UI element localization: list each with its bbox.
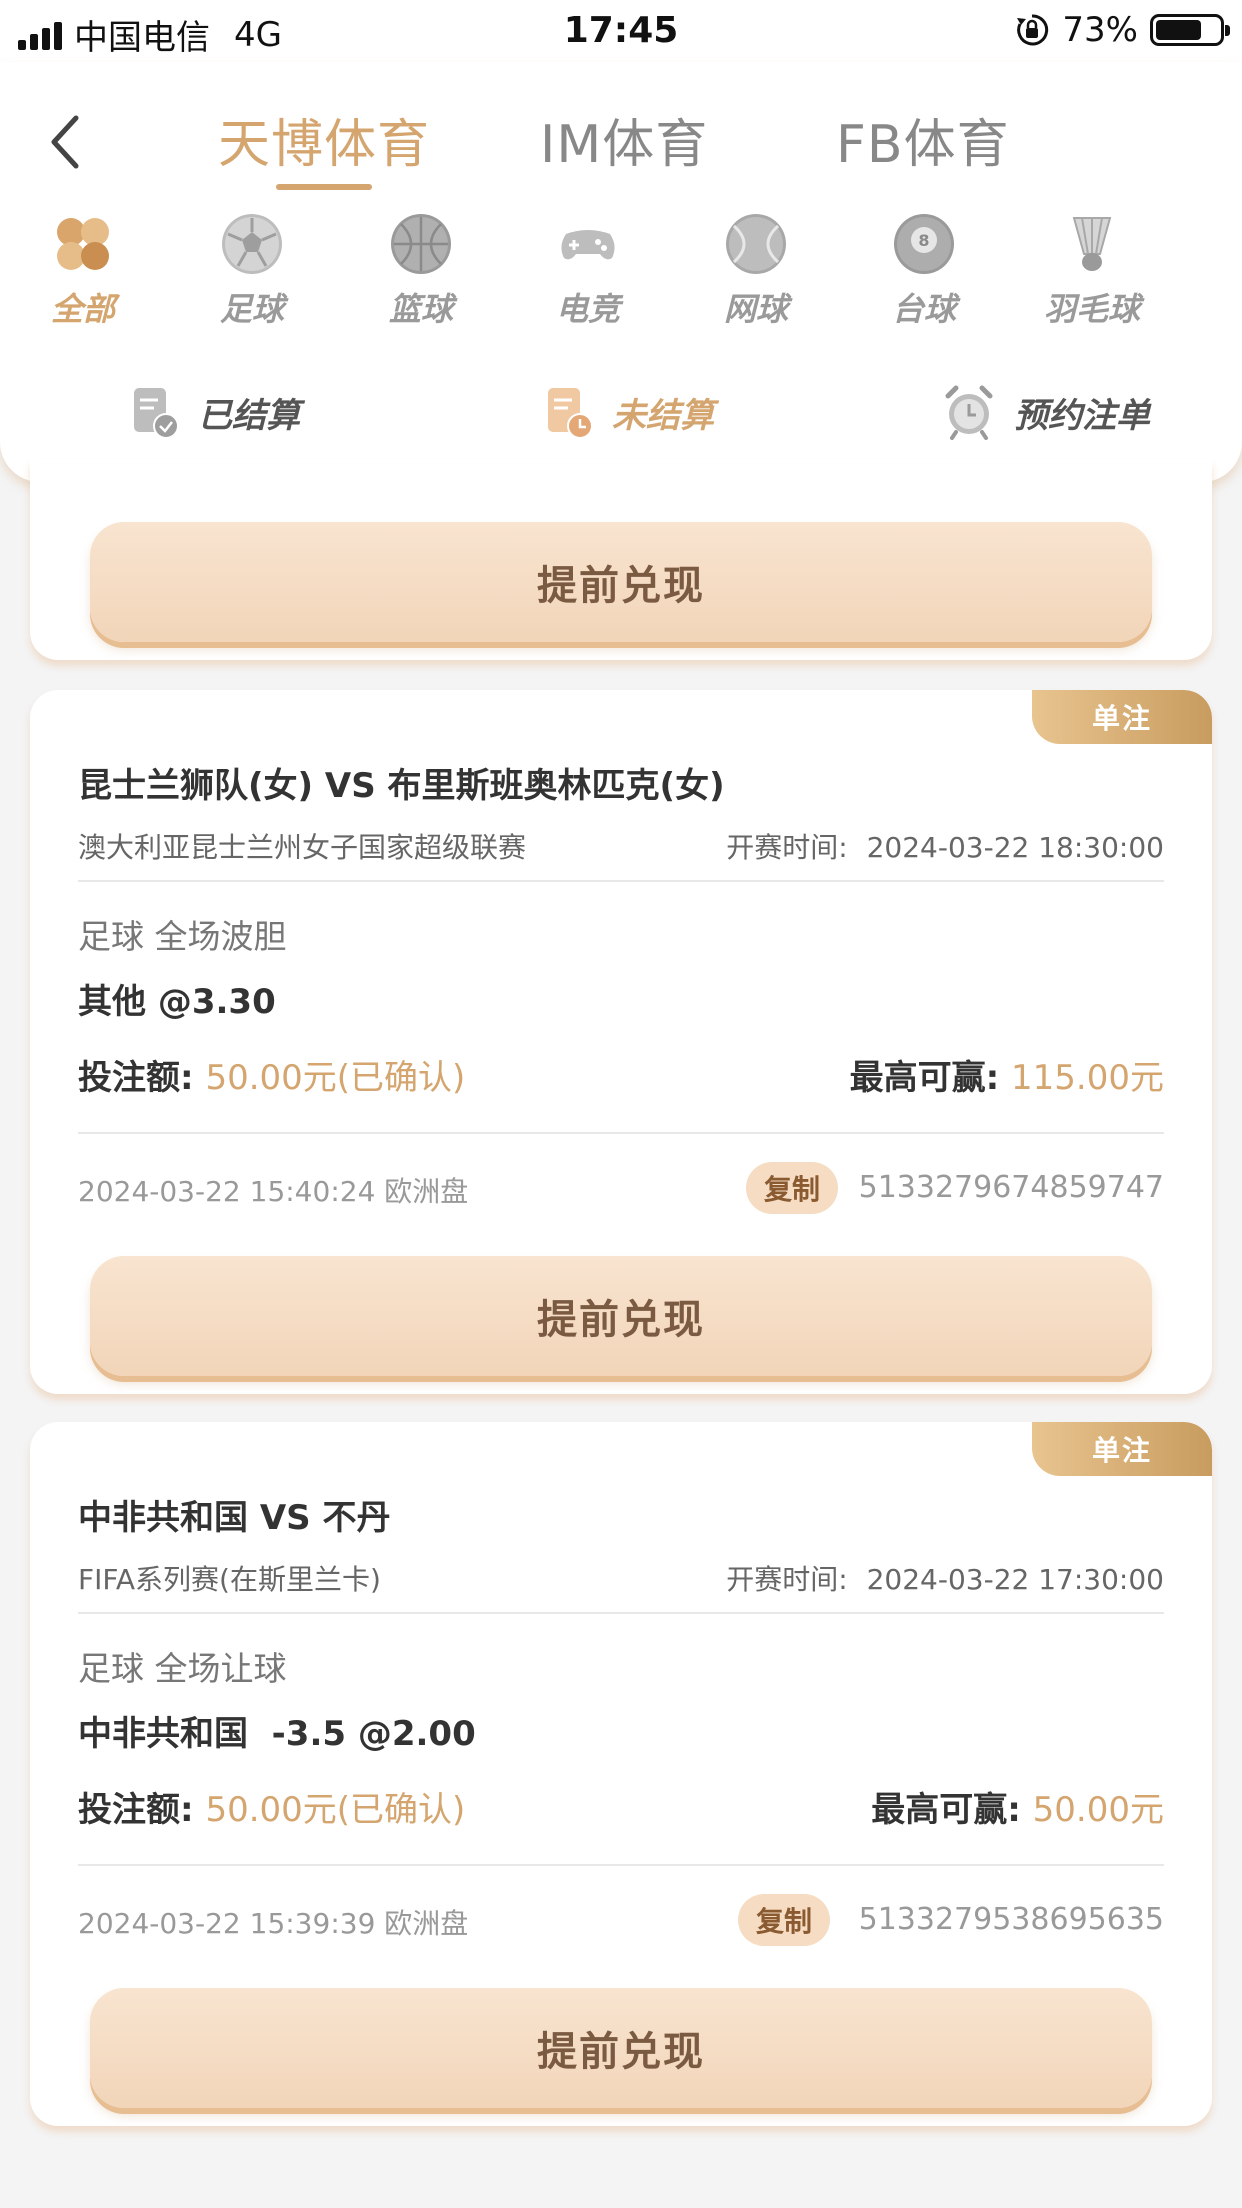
battery-icon <box>1150 14 1230 46</box>
divider <box>78 880 1164 882</box>
unsettled-doc-icon <box>548 388 593 439</box>
max-win: 最高可赢: 50.00元 <box>871 1782 1164 1831</box>
sport-item-basketball[interactable]: 篮球 <box>351 212 491 332</box>
clover-icon <box>57 218 109 270</box>
league-name: FIFA系列赛(在斯里兰卡) <box>78 1563 381 1596</box>
status-right: 73% <box>1014 10 1230 50</box>
settled-doc-icon <box>134 388 179 439</box>
start-time-label: 开赛时间: <box>726 831 848 864</box>
bet-time: 2024-03-22 15:39:39 欧洲盘 <box>78 1907 469 1940</box>
stake-value: 50.00元(已确认) <box>205 1790 466 1830</box>
start-time-value: 2024-03-22 18:30:00 <box>866 831 1164 864</box>
start-time-value: 2024-03-22 17:30:00 <box>866 1563 1164 1596</box>
sport-label: 电竞 <box>555 290 620 328</box>
active-tab-underline <box>276 184 372 190</box>
cash-out-button[interactable]: 提前兑现 <box>90 1256 1152 1376</box>
order-id: 5133279538695635 <box>858 1902 1164 1937</box>
league-name: 澳大利亚昆士兰州女子国家超级联赛 <box>78 831 527 864</box>
bet-card: 单注 中非共和国 VS 不丹 FIFA系列赛(在斯里兰卡) 开赛时间: 2024… <box>30 1422 1212 2126</box>
stake-label: 投注额: <box>78 1058 194 1098</box>
max-win: 最高可赢: 115.00元 <box>850 1050 1164 1099</box>
svg-text:8: 8 <box>918 231 929 250</box>
header-panel: 天博体育 IM体育 FB体育 全部 足球 篮球 电竞 网球 8 台球 羽毛球 已… <box>0 62 1242 482</box>
sport-item-pingpong[interactable]: 乒 <box>1190 212 1242 332</box>
sport-label: 台球 <box>891 290 956 328</box>
battery-percent: 73% <box>1062 10 1138 50</box>
basketball-icon <box>391 214 451 274</box>
status-bar: 中国电信 4G 17:45 73% <box>0 0 1242 62</box>
order-id: 5133279674859747 <box>858 1170 1164 1205</box>
copy-button[interactable]: 复制 <box>738 1894 831 1946</box>
sport-item-esports[interactable]: 电竞 <box>518 212 658 332</box>
divider <box>78 1612 1164 1614</box>
divider <box>78 1132 1164 1134</box>
tab-settled[interactable]: 已结算 <box>130 372 300 452</box>
bet-type-badge: 单注 <box>1032 690 1212 744</box>
settlement-tabs: 已结算 未结算 预约注单 <box>0 372 1242 452</box>
bet-card: 单注 昆士兰狮队(女) VS 布里斯班奥林匹克(女) 澳大利亚昆士兰州女子国家超… <box>30 690 1212 1394</box>
match-title: 昆士兰狮队(女) VS 布里斯班奥林匹克(女) <box>78 766 725 806</box>
sport-label: 羽毛球 <box>1043 290 1140 328</box>
gamepad-icon <box>561 230 615 260</box>
start-time: 开赛时间: 2024-03-22 17:30:00 <box>726 1558 1164 1598</box>
provider-tabs: 天博体育 IM体育 FB体育 <box>0 102 1242 192</box>
cash-out-button[interactable]: 提前兑现 <box>90 1988 1152 2108</box>
tennis-icon <box>726 214 786 274</box>
sport-item-badminton[interactable]: 羽毛球 <box>1022 212 1162 332</box>
tab-tianbo-sports[interactable]: 天博体育 <box>218 102 430 177</box>
start-time: 开赛时间: 2024-03-22 18:30:00 <box>726 826 1164 866</box>
max-win-value: 115.00元 <box>1011 1058 1164 1098</box>
status-tab-label: 已结算 <box>198 395 300 436</box>
sport-item-all[interactable]: 全部 <box>13 212 153 332</box>
bet-selection: 其他 @3.30 <box>78 982 276 1022</box>
stake: 投注额: 50.00元(已确认) <box>78 1782 465 1831</box>
tab-scheduled-bets[interactable]: 预约注单 <box>942 372 1150 452</box>
sport-item-tennis[interactable]: 网球 <box>686 212 826 332</box>
stake: 投注额: 50.00元(已确认) <box>78 1050 465 1099</box>
bet-time: 2024-03-22 15:40:24 欧洲盘 <box>78 1175 469 1208</box>
max-win-value: 50.00元 <box>1032 1790 1164 1830</box>
status-tab-label: 预约注单 <box>1014 395 1150 436</box>
sport-item-billiards[interactable]: 8 台球 <box>854 212 994 332</box>
copy-button[interactable]: 复制 <box>746 1162 839 1214</box>
sport-label: 篮球 <box>388 290 453 328</box>
sport-label: 足球 <box>219 290 284 328</box>
sport-label: 网球 <box>723 290 788 328</box>
tab-im-sports[interactable]: IM体育 <box>540 102 708 177</box>
bet-type-badge: 单注 <box>1032 1422 1212 1476</box>
market-name: 足球 全场让球 <box>78 1649 287 1688</box>
billiards-icon: 8 <box>894 214 954 274</box>
status-tab-label: 未结算 <box>612 395 714 436</box>
divider <box>78 1864 1164 1866</box>
football-icon <box>222 214 282 274</box>
battery-fill <box>1156 20 1202 40</box>
shuttlecock-icon <box>1072 217 1112 271</box>
sport-item-football[interactable]: 足球 <box>182 212 322 332</box>
alarm-clock-icon <box>945 385 993 440</box>
match-title: 中非共和国 VS 不丹 <box>78 1498 391 1538</box>
max-win-label: 最高可赢: <box>849 1058 1000 1098</box>
pingpong-icon <box>1228 212 1242 276</box>
tab-unsettled[interactable]: 未结算 <box>544 372 714 452</box>
cash-out-button[interactable]: 提前兑现 <box>90 522 1152 642</box>
sport-label: 全部 <box>50 290 115 328</box>
sport-filter-row: 全部 足球 篮球 电竞 网球 8 台球 羽毛球 <box>0 212 1242 332</box>
stake-label: 投注额: <box>78 1790 194 1830</box>
max-win-label: 最高可赢: <box>871 1790 1021 1830</box>
tab-fb-sports[interactable]: FB体育 <box>836 102 1010 177</box>
stake-value: 50.00元(已确认) <box>205 1058 466 1098</box>
bet-selection: 中非共和国 -3.5 @2.00 <box>78 1714 476 1754</box>
bet-card-partial: 提前兑现 <box>30 460 1212 660</box>
market-name: 足球 全场波胆 <box>78 917 287 956</box>
start-time-label: 开赛时间: <box>726 1563 848 1596</box>
rotation-lock-icon <box>1017 14 1049 46</box>
